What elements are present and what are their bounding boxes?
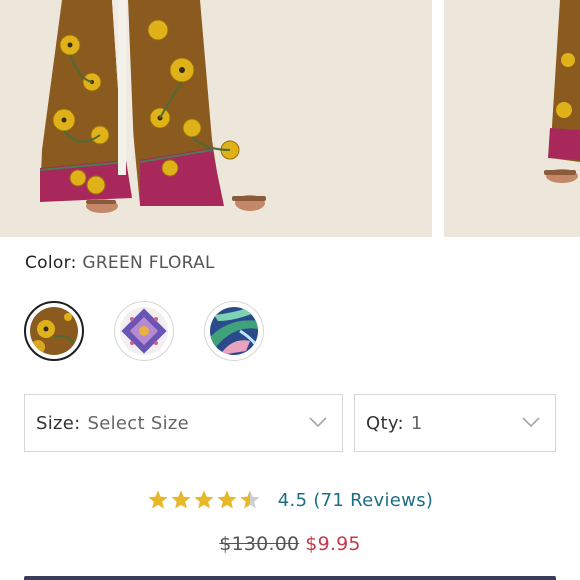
color-value: GREEN FLORAL	[82, 253, 215, 273]
size-label: Size:	[36, 412, 81, 434]
original-price: $130.00	[219, 533, 300, 555]
chevron-down-icon	[522, 417, 540, 428]
star-icon	[171, 490, 191, 509]
green-floral-swatch-icon	[30, 307, 78, 355]
add-to-bag-button[interactable]	[24, 576, 556, 580]
color-label-row: Color: GREEN FLORAL	[25, 253, 215, 273]
color-label: Color:	[25, 253, 77, 273]
product-rating[interactable]: 4.5 (71 Reviews)	[0, 489, 580, 511]
star-icon	[148, 490, 168, 509]
swatch-blue-leaf[interactable]	[204, 301, 264, 361]
price-row: $130.00 $9.95	[0, 533, 580, 555]
purple-tile-swatch-icon	[120, 307, 168, 355]
star-icon	[194, 490, 214, 509]
star-icon	[240, 490, 260, 509]
star-icon	[217, 490, 237, 509]
swatch-green-floral[interactable]	[24, 301, 84, 361]
floral-pants-photo-next	[444, 0, 580, 237]
qty-value: 1	[410, 412, 423, 434]
blue-leaf-swatch-icon	[210, 307, 258, 355]
product-image-gallery[interactable]	[0, 0, 580, 237]
swatch-purple-tile[interactable]	[114, 301, 174, 361]
chevron-down-icon	[309, 417, 327, 428]
star-rating	[147, 489, 262, 511]
floral-pants-photo	[0, 0, 432, 237]
qty-select[interactable]: Qty: 1	[354, 394, 556, 452]
reviews-link[interactable]: (71 Reviews)	[313, 490, 433, 511]
rating-score: 4.5	[277, 489, 308, 511]
size-select[interactable]: Size: Select Size	[24, 394, 343, 452]
sale-price: $9.95	[305, 533, 361, 555]
qty-label: Qty:	[366, 412, 404, 434]
size-value: Select Size	[87, 412, 190, 434]
product-image-next[interactable]	[444, 0, 580, 237]
product-image-main[interactable]	[0, 0, 432, 237]
